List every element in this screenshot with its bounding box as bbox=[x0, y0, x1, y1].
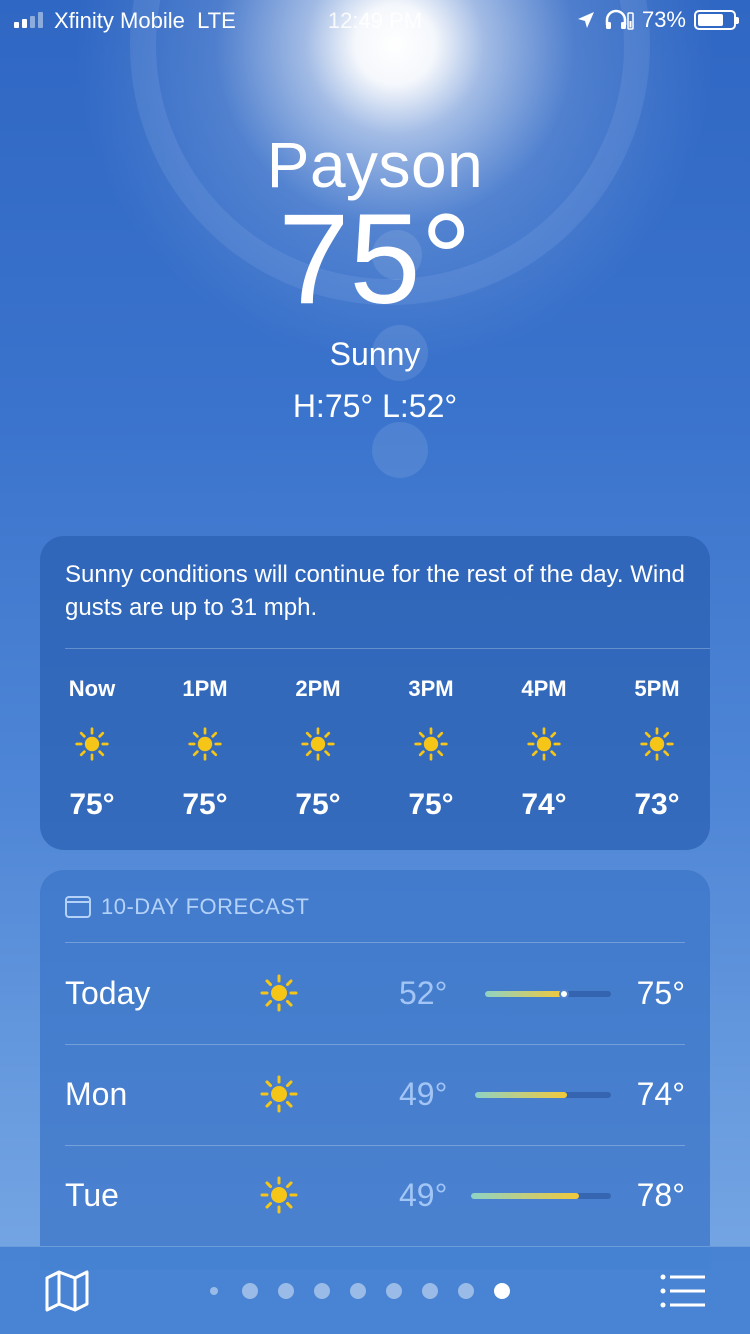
status-right: 73% bbox=[576, 7, 739, 33]
calendar-icon bbox=[65, 896, 91, 918]
hour-label: 2PM bbox=[295, 676, 341, 701]
temperature-range-bar bbox=[471, 1193, 611, 1199]
forecast-header: 10-DAY FORECAST bbox=[65, 894, 309, 920]
temperature-range-fill bbox=[475, 1092, 567, 1098]
forecast-low: 49° bbox=[399, 1177, 448, 1213]
hour-label: 4PM bbox=[521, 676, 567, 701]
page-dot[interactable] bbox=[278, 1283, 294, 1299]
high-low: H:75° L:52° bbox=[292, 388, 458, 424]
battery-percent: 73% bbox=[641, 7, 686, 32]
status-bar: Xfinity Mobile LTE 12:49 PM 73% bbox=[0, 0, 750, 40]
forecast-day: Mon bbox=[65, 1076, 128, 1112]
page-dot[interactable] bbox=[242, 1283, 258, 1299]
sun-icon bbox=[259, 1074, 299, 1114]
forecast-low: 52° bbox=[399, 975, 448, 1011]
divider bbox=[65, 1145, 685, 1146]
page-dot[interactable] bbox=[458, 1283, 474, 1299]
temperature-range-bar bbox=[475, 1092, 611, 1098]
forecast-low: 49° bbox=[399, 1076, 448, 1112]
battery-level bbox=[698, 14, 723, 26]
page-dot[interactable] bbox=[314, 1283, 330, 1299]
forecast-day: Today bbox=[65, 975, 151, 1011]
bottom-toolbar bbox=[0, 1246, 750, 1334]
lens-flare bbox=[372, 422, 428, 478]
battery-icon bbox=[694, 10, 739, 30]
temperature-range-fill bbox=[471, 1193, 579, 1199]
sun-icon bbox=[526, 726, 562, 762]
forecast-day: Tue bbox=[65, 1177, 119, 1213]
temperature-range-bar bbox=[485, 989, 611, 999]
forecast-high: 74° bbox=[636, 1076, 685, 1112]
hour-temperature: 75° bbox=[295, 788, 341, 821]
hour-temperature: 75° bbox=[408, 788, 454, 821]
current-condition: Sunny bbox=[329, 336, 421, 372]
hour-label: 5PM bbox=[634, 676, 680, 701]
list-icon[interactable] bbox=[660, 1273, 706, 1309]
sun-icon bbox=[259, 1175, 299, 1215]
page-indicator[interactable] bbox=[200, 1283, 550, 1299]
page-dot[interactable] bbox=[494, 1283, 510, 1299]
headphones-icon bbox=[605, 9, 634, 30]
hour-temperature: 74° bbox=[521, 788, 567, 821]
page-dot[interactable] bbox=[350, 1283, 366, 1299]
forecast-high: 75° bbox=[636, 975, 685, 1011]
current-location-page-dot[interactable] bbox=[210, 1287, 218, 1295]
sun-icon bbox=[259, 973, 299, 1013]
hour-temperature: 75° bbox=[69, 788, 115, 821]
hour-label: Now bbox=[68, 676, 116, 701]
forecast-row[interactable]: Today 52° 75° bbox=[65, 943, 685, 1043]
sun-icon bbox=[187, 726, 223, 762]
sun-icon bbox=[413, 726, 449, 762]
location-arrow-icon bbox=[577, 12, 594, 28]
sun-icon bbox=[74, 726, 110, 762]
hourly-forecast-card[interactable]: Sunny conditions will continue for the r… bbox=[40, 536, 710, 850]
hour-temperature: 75° bbox=[182, 788, 228, 821]
sun-icon bbox=[300, 726, 336, 762]
sun-icon bbox=[639, 726, 675, 762]
hour-label: 3PM bbox=[408, 676, 454, 701]
ten-day-forecast-card[interactable]: 10-DAY FORECAST Today 52° 75° Mon 49° 74° Tue 4… bbox=[40, 870, 710, 1270]
current-temperature: 75° bbox=[278, 188, 472, 331]
current-temp-dot bbox=[559, 989, 569, 999]
forecast-row[interactable]: Tue 49° 78° bbox=[65, 1145, 685, 1245]
hour-label: 1PM bbox=[182, 676, 228, 701]
forecast-row[interactable]: Mon 49° 74° bbox=[65, 1044, 685, 1144]
page-dot[interactable] bbox=[386, 1283, 402, 1299]
divider bbox=[65, 1044, 685, 1045]
weather-summary: Sunny conditions will continue for the r… bbox=[65, 561, 685, 621]
map-icon[interactable] bbox=[44, 1269, 90, 1313]
temperature-range-fill bbox=[485, 991, 563, 997]
forecast-title: 10-DAY FORECAST bbox=[101, 894, 310, 919]
divider bbox=[65, 648, 710, 649]
page-dot[interactable] bbox=[422, 1283, 438, 1299]
hour-temperature: 73° bbox=[634, 788, 680, 821]
forecast-high: 78° bbox=[636, 1177, 685, 1213]
